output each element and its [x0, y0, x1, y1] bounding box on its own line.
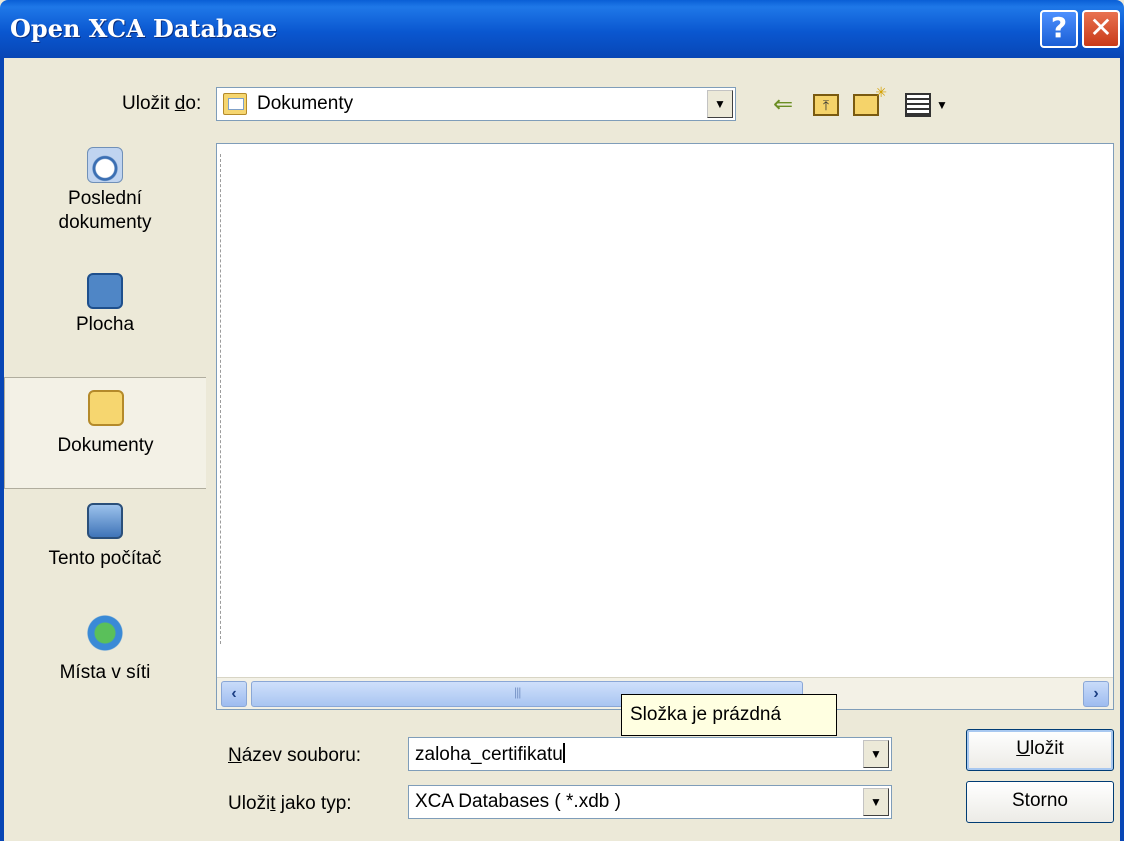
scroll-left-icon[interactable]: ‹	[221, 681, 247, 707]
desktop-icon	[87, 273, 123, 309]
text-cursor	[562, 743, 565, 763]
empty-folder-tooltip: Složka je prázdná	[621, 694, 837, 736]
help-button[interactable]: ?	[1040, 10, 1078, 48]
filetype-dropdown-icon[interactable]: ▼	[863, 788, 889, 816]
new-folder-icon[interactable]	[853, 84, 887, 116]
close-icon: ✕	[1089, 11, 1113, 44]
views-menu-icon[interactable]	[905, 93, 931, 117]
recent-documents-icon	[87, 147, 123, 183]
my-computer-icon	[87, 503, 123, 539]
place-documents-label: Dokumenty	[57, 435, 154, 456]
filename-field[interactable]: zaloha_certifikatu ▼	[408, 737, 892, 771]
filetype-select[interactable]: XCA Databases ( *.xdb ) ▼	[408, 785, 892, 819]
place-recent[interactable]: Poslední dokumenty	[4, 147, 206, 235]
help-icon: ?	[1050, 11, 1068, 44]
places-bar: Poslední dokumenty Plocha Dokumenty Tent…	[4, 143, 206, 723]
filename-label: Název souboru:	[228, 745, 362, 766]
title-bar[interactable]: Open XCA Database ? ✕	[0, 0, 1124, 58]
close-button[interactable]: ✕	[1082, 10, 1120, 48]
network-places-icon	[87, 615, 123, 651]
filetype-label: Uložit jako typ:	[228, 793, 352, 814]
lookin-label: Uložit do:	[122, 93, 202, 114]
list-divider	[220, 154, 221, 644]
place-recent-label-2: dokumenty	[58, 212, 152, 233]
chevron-down-icon[interactable]: ▼	[707, 90, 733, 118]
place-network[interactable]: Místa v síti	[4, 615, 206, 685]
back-icon[interactable]: ⇐	[773, 90, 793, 119]
documents-folder-icon	[223, 93, 247, 115]
place-documents[interactable]: Dokumenty	[4, 377, 206, 489]
lookin-combobox[interactable]: Dokumenty ▼	[216, 87, 736, 121]
place-desktop-label: Plocha	[75, 314, 135, 335]
scroll-right-icon[interactable]: ›	[1083, 681, 1109, 707]
place-computer[interactable]: Tento počítač	[4, 503, 206, 571]
filetype-value: XCA Databases ( *.xdb )	[415, 791, 621, 812]
place-computer-label: Tento počítač	[48, 548, 162, 569]
filename-dropdown-icon[interactable]: ▼	[863, 740, 889, 768]
file-list[interactable]: ‹ ›	[216, 143, 1114, 710]
window-title: Open XCA Database	[10, 14, 278, 43]
my-documents-icon	[87, 390, 124, 426]
up-folder-icon[interactable]: ⤒	[813, 94, 839, 116]
cancel-button[interactable]: Storno	[966, 781, 1114, 823]
place-desktop[interactable]: Plocha	[4, 273, 206, 337]
views-dropdown-icon[interactable]: ▼	[936, 98, 948, 112]
place-network-label: Místa v síti	[59, 662, 151, 683]
lookin-value: Dokumenty	[257, 93, 354, 114]
place-recent-label: Poslední	[68, 188, 142, 209]
filename-value: zaloha_certifikatu	[415, 743, 565, 765]
save-button[interactable]: Uložit	[966, 729, 1114, 771]
